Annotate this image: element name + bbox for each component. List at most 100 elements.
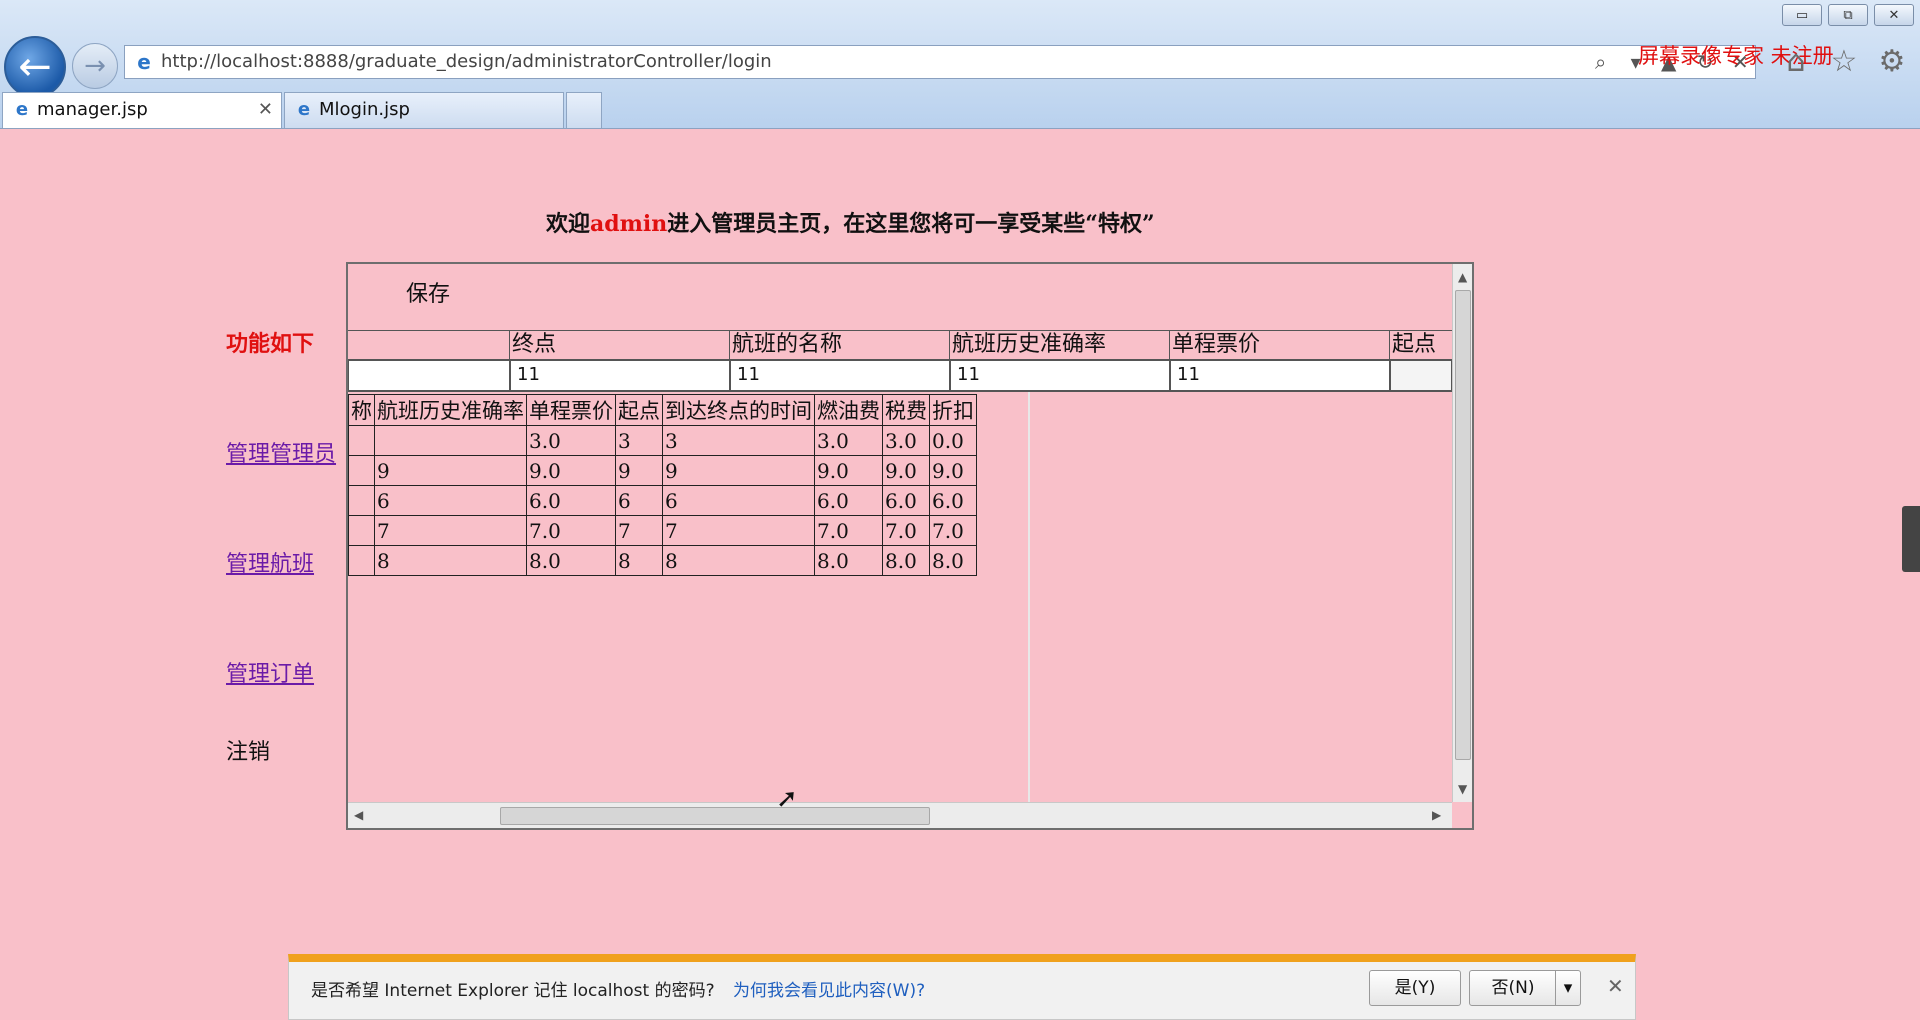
close-notification-icon[interactable]: ✕ <box>1607 974 1624 998</box>
nav-manage-flights[interactable]: 管理航班 <box>226 546 314 578</box>
table-cell: 3 <box>615 425 663 456</box>
logout-link[interactable]: 注销 <box>226 734 270 766</box>
forward-icon: → <box>84 51 106 81</box>
table-cell: 9.0 <box>929 455 977 486</box>
tab-bar: e manager.jsp ✕ e Mlogin.jsp <box>0 92 1920 128</box>
table-cell: 8.0 <box>814 545 883 576</box>
table-header-cell: 折扣 <box>929 394 977 426</box>
table-row[interactable]: 7 7.0 7 7 7.0 7.0 7.0 <box>348 515 977 546</box>
edit-input-accuracy[interactable]: 11 <box>950 360 1170 392</box>
yes-button[interactable]: 是(Y) <box>1369 970 1461 1006</box>
search-icon[interactable]: ⌕ <box>1595 50 1606 74</box>
table-cell: 8.0 <box>929 545 977 576</box>
table-cell <box>348 545 375 576</box>
table-row[interactable]: 3.0 3 3 3.0 3.0 0.0 <box>348 425 977 456</box>
edit-header: 航班历史准确率 <box>950 330 1170 360</box>
scroll-left-icon[interactable]: ◀ <box>354 808 363 822</box>
edit-input-destination[interactable]: 11 <box>510 360 730 392</box>
browser-chrome: ▭ ⧉ ✕ ← → e http://localhost:8888/gradua… <box>0 0 1920 129</box>
table-cell <box>348 485 375 516</box>
table-cell: 3.0 <box>814 425 883 456</box>
tab-manager[interactable]: e manager.jsp ✕ <box>2 92 282 128</box>
table-cell: 7.0 <box>929 515 977 546</box>
nav-manage-orders[interactable]: 管理订单 <box>226 656 314 688</box>
scroll-down-icon[interactable]: ▼ <box>1458 782 1467 796</box>
address-bar[interactable]: e http://localhost:8888/graduate_design/… <box>124 45 1756 79</box>
edit-input-origin[interactable] <box>1390 360 1452 392</box>
edit-input[interactable] <box>348 360 510 392</box>
table-header-cell: 航班历史准确率 <box>374 394 527 426</box>
back-button[interactable]: ← <box>4 36 66 98</box>
save-button[interactable]: 保存 <box>406 276 450 308</box>
table-cell: 6 <box>374 485 527 516</box>
close-window-button[interactable]: ✕ <box>1874 4 1914 26</box>
table-cell: 9 <box>374 455 527 486</box>
table-row[interactable]: 6 6.0 6 6 6.0 6.0 6.0 <box>348 485 977 516</box>
table-cell: 7 <box>374 515 527 546</box>
favorites-icon[interactable]: ☆ <box>1826 44 1862 80</box>
table-cell: 8.0 <box>882 545 930 576</box>
table-header-cell: 到达终点的时间 <box>662 394 815 426</box>
vertical-scrollbar[interactable]: ▲ ▼ <box>1452 264 1472 802</box>
function-title: 功能如下 <box>226 331 315 357</box>
table-cell: 6.0 <box>882 485 930 516</box>
flight-table: 称航班历史准确率 单程票价 起点 到达终点的时间 燃油费 税费 折扣 3.0 3 3 3.0 3.0… <box>348 394 977 576</box>
back-icon: ← <box>18 44 52 90</box>
minimize-button[interactable]: ▭ <box>1782 4 1822 26</box>
edit-header: 起点 <box>1390 330 1452 360</box>
settings-icon[interactable]: ⚙ <box>1874 44 1910 80</box>
table-cell: 6 <box>662 485 815 516</box>
table-cell: 3 <box>662 425 815 456</box>
address-url[interactable]: http://localhost:8888/graduate_design/ad… <box>161 46 772 78</box>
table-row[interactable]: 8 8.0 8 8 8.0 8.0 8.0 <box>348 545 977 576</box>
restore-button[interactable]: ⧉ <box>1828 4 1868 26</box>
side-handle[interactable] <box>1902 506 1920 572</box>
edit-header <box>348 330 510 360</box>
nav-manage-admins[interactable]: 管理管理员 <box>226 436 336 468</box>
notification-help-link[interactable]: 为何我会看见此内容(W)? <box>733 976 925 1001</box>
table-cell <box>374 425 527 456</box>
table-cell: 7 <box>615 515 663 546</box>
no-button[interactable]: 否(N) ▾ <box>1469 970 1581 1006</box>
table-cell: 8 <box>662 545 815 576</box>
welcome-heading: 欢迎admin进入管理员主页，在这里您将可一享受某些“特权” <box>546 211 1155 237</box>
chevron-down-icon[interactable]: ▾ <box>1555 971 1580 1005</box>
notification-message: 是否希望 Internet Explorer 记住 localhost 的密码? <box>311 981 715 1001</box>
scroll-up-icon[interactable]: ▲ <box>1458 270 1467 284</box>
ie-icon: e <box>297 99 311 120</box>
table-cell: 3.0 <box>882 425 930 456</box>
vertical-scroll-thumb[interactable] <box>1455 290 1471 760</box>
mouse-cursor-icon: ➚ <box>776 784 798 814</box>
content-frame: 保存 终点 航班的名称 航班历史准确率 单程票价 起点 11 11 11 11 … <box>346 262 1474 830</box>
horizontal-scroll-thumb[interactable] <box>500 807 930 825</box>
table-cell <box>348 425 375 456</box>
table-cell: 6.0 <box>929 485 977 516</box>
edit-input-flight-name[interactable]: 11 <box>730 360 950 392</box>
edit-input-price[interactable]: 11 <box>1170 360 1390 392</box>
table-cell: 9 <box>662 455 815 486</box>
table-cell: 9 <box>615 455 663 486</box>
scroll-right-icon[interactable]: ▶ <box>1432 808 1441 822</box>
table-cell: 7.0 <box>526 515 616 546</box>
edit-header: 航班的名称 <box>730 330 950 360</box>
ie-icon: e <box>137 50 151 74</box>
table-cell: 9.0 <box>882 455 930 486</box>
table-cell: 7.0 <box>814 515 883 546</box>
table-cell: 8 <box>374 545 527 576</box>
close-tab-icon[interactable]: ✕ <box>258 93 273 127</box>
edit-header: 终点 <box>510 330 730 360</box>
table-cell: 3.0 <box>526 425 616 456</box>
table-cell: 6.0 <box>526 485 616 516</box>
table-cell: 8.0 <box>526 545 616 576</box>
table-header-cell: 起点 <box>615 394 663 426</box>
table-row[interactable]: 9 9.0 9 9 9.0 9.0 9.0 <box>348 455 977 486</box>
horizontal-scrollbar[interactable]: ◀ ▶ <box>348 802 1452 828</box>
new-tab-button[interactable] <box>566 92 602 128</box>
tab-mlogin[interactable]: e Mlogin.jsp <box>284 92 564 128</box>
edit-header: 单程票价 <box>1170 330 1390 360</box>
table-cell: 7 <box>662 515 815 546</box>
table-header-cell: 单程票价 <box>526 394 616 426</box>
table-cell: 9.0 <box>526 455 616 486</box>
forward-button[interactable]: → <box>72 43 118 89</box>
home-icon[interactable]: ⌂ <box>1778 44 1814 80</box>
